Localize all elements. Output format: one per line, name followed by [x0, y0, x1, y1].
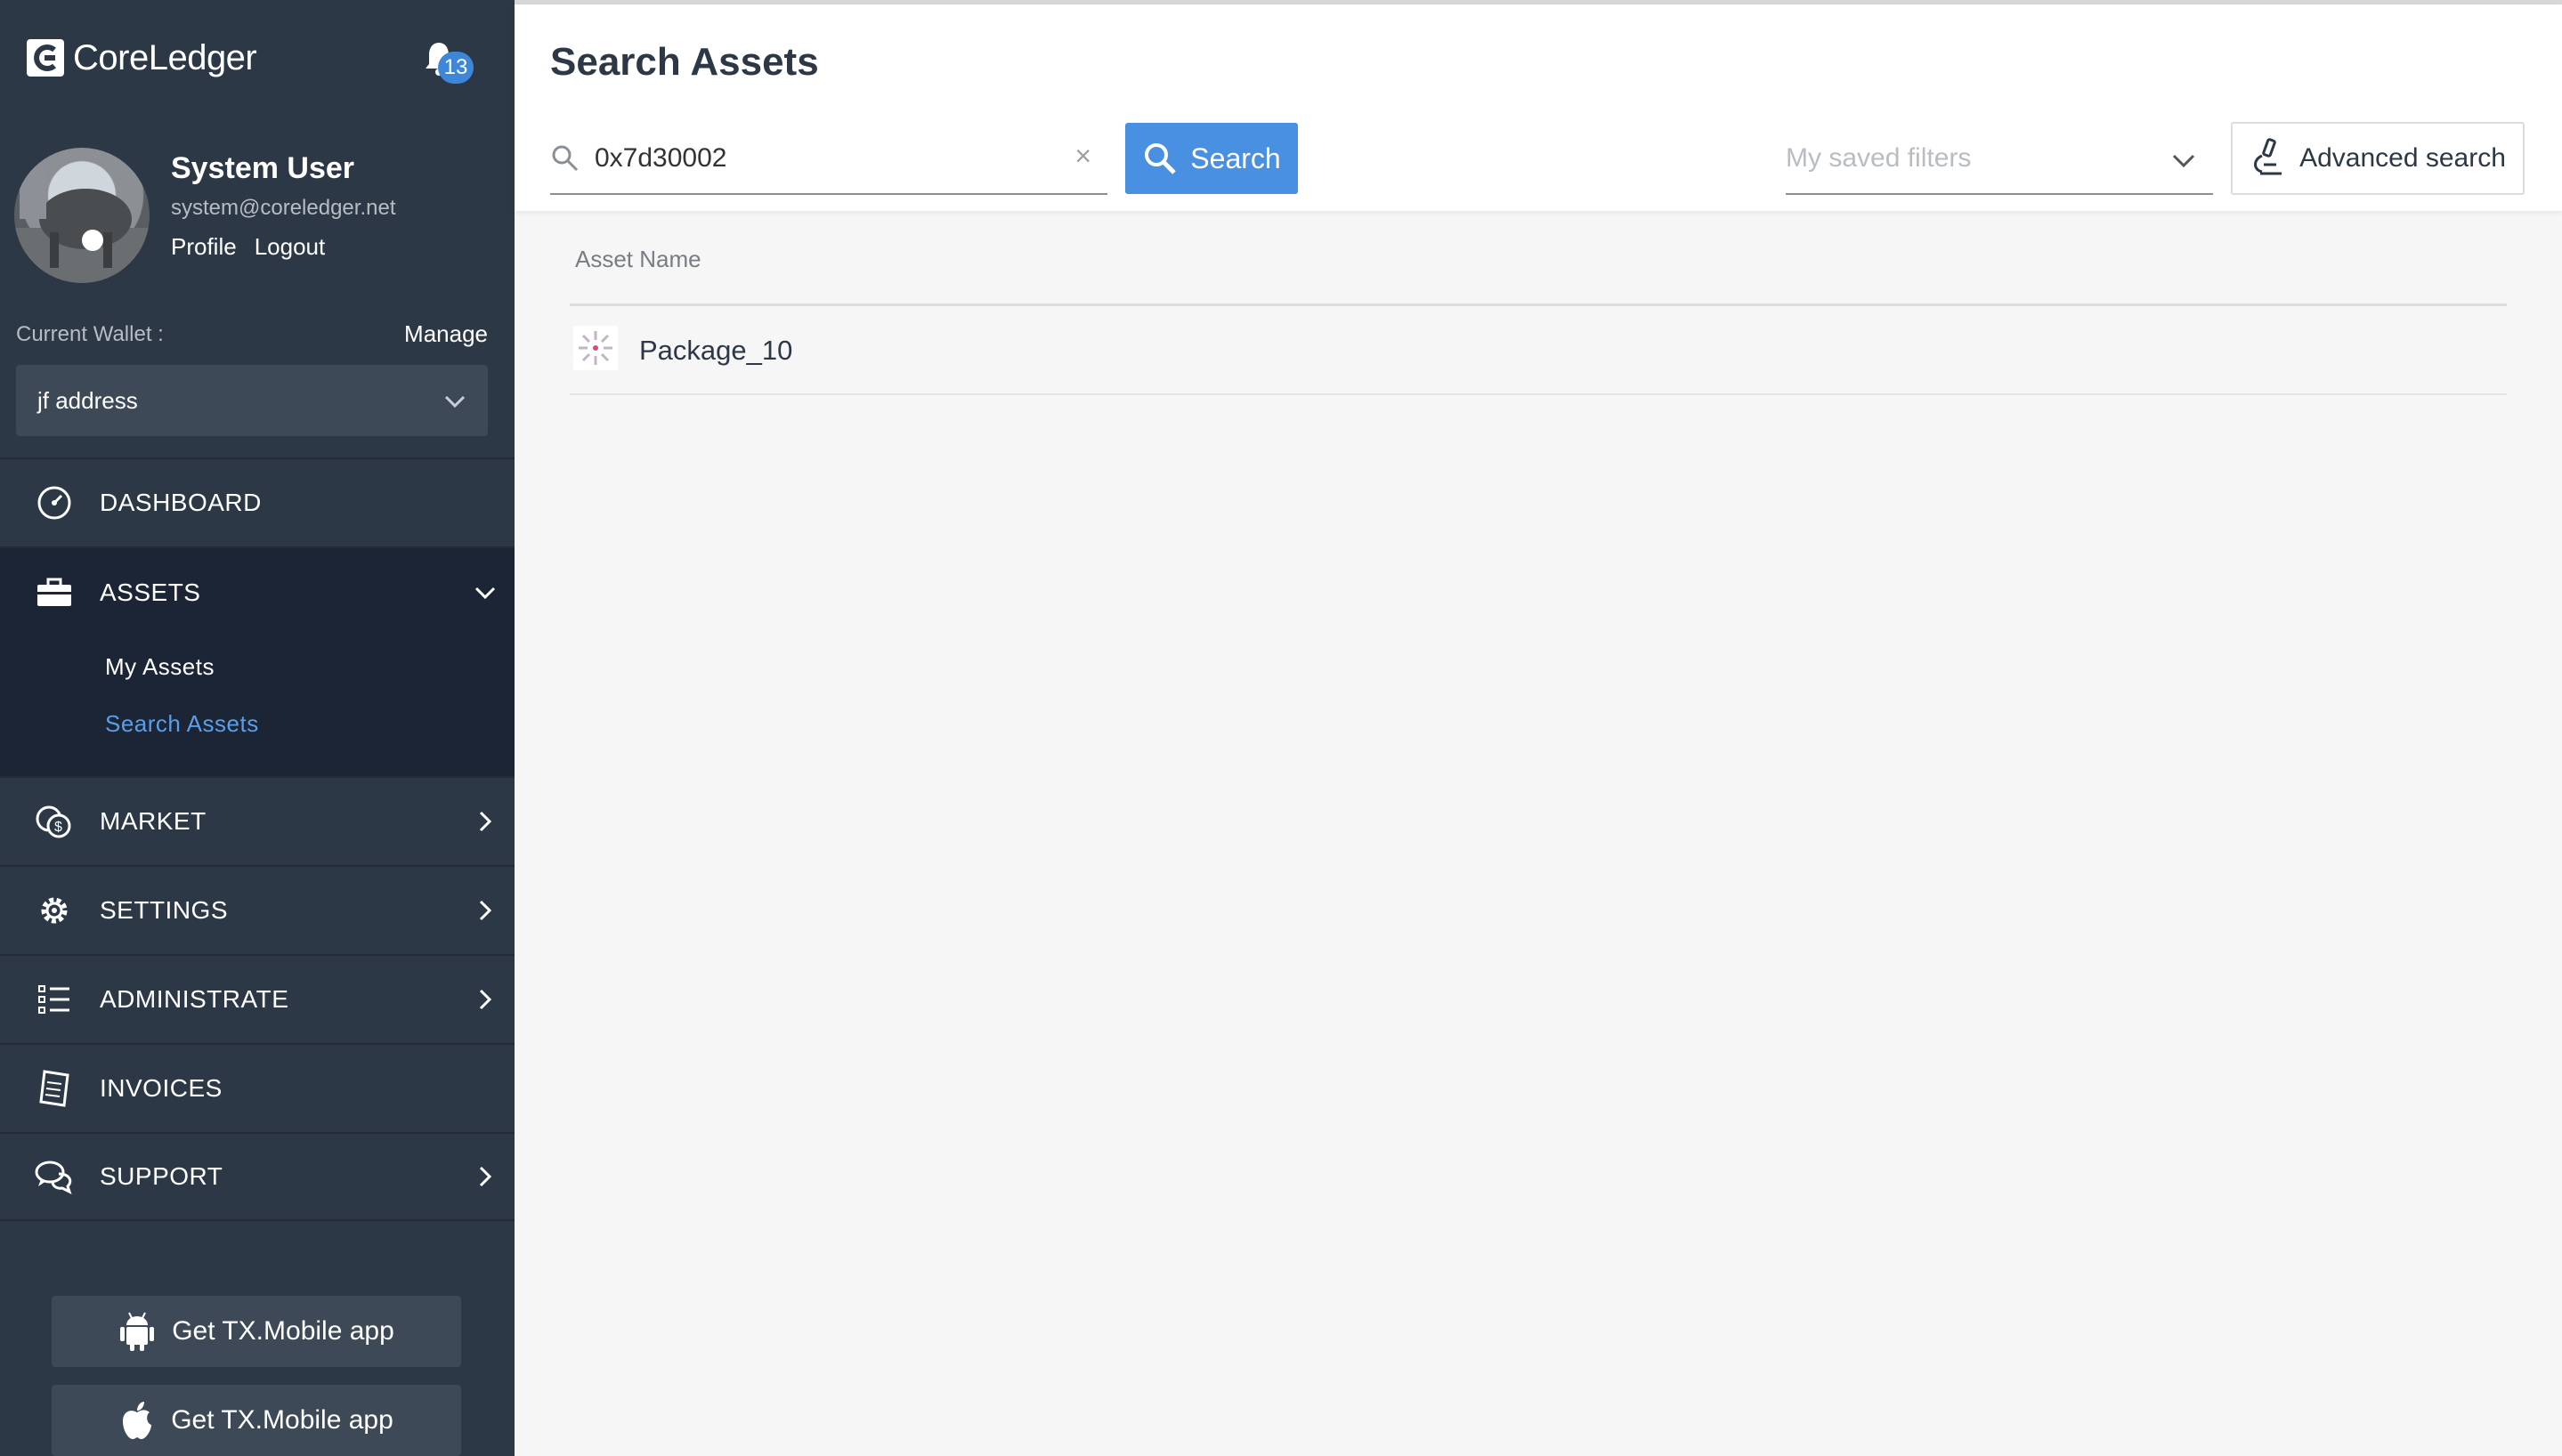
- notifications-button[interactable]: 13: [420, 37, 474, 87]
- table-row[interactable]: Package_10: [570, 308, 2507, 395]
- search-button[interactable]: Search: [1125, 123, 1298, 194]
- search-field[interactable]: ×: [550, 124, 1107, 195]
- user-name: System User: [171, 151, 355, 185]
- sidebar-item-market[interactable]: $ MARKET: [0, 776, 515, 865]
- table-header-divider: [570, 303, 2507, 306]
- notification-count-badge: 13: [438, 52, 474, 84]
- sidebar-nav: DASHBOARD ASSETS My Assets Search Assets: [0, 457, 515, 1221]
- sidebar-subitem-search-assets[interactable]: Search Assets: [105, 710, 259, 738]
- sidebar-item-assets: ASSETS My Assets Search Assets: [0, 546, 515, 776]
- column-header-asset-name[interactable]: Asset Name: [575, 246, 701, 273]
- current-wallet-label: Current Wallet :: [16, 322, 164, 346]
- clear-search-icon[interactable]: ×: [1074, 140, 1091, 173]
- user-links: Profile Logout: [171, 233, 325, 261]
- page-header: Search Assets × Search My saved filters …: [515, 4, 2562, 211]
- brand-name: CoreLedger: [73, 37, 257, 77]
- search-icon: [552, 145, 579, 172]
- ios-app-button[interactable]: Get TX.Mobile app: [52, 1385, 461, 1456]
- sidebar-subitem-my-assets[interactable]: My Assets: [105, 653, 215, 681]
- microscope-icon: [2254, 138, 2282, 175]
- sidebar-item-support[interactable]: SUPPORT: [0, 1132, 515, 1221]
- logout-link[interactable]: Logout: [255, 233, 326, 261]
- sidebar-item-dashboard[interactable]: DASHBOARD: [0, 457, 515, 546]
- chevron-right-icon: [479, 811, 492, 832]
- manage-wallet-link[interactable]: Manage: [404, 320, 488, 348]
- asset-name: Package_10: [639, 335, 793, 366]
- user-email: system@coreledger.net: [171, 196, 396, 220]
- sidebar-item-label: SUPPORT: [100, 1162, 223, 1190]
- advanced-search-button[interactable]: Advanced search: [2231, 122, 2525, 195]
- market-coins-icon: $: [36, 805, 71, 838]
- avatar[interactable]: [14, 148, 150, 283]
- chevron-down-icon: [474, 586, 496, 600]
- page-title: Search Assets: [550, 40, 819, 84]
- search-input[interactable]: [593, 140, 1042, 177]
- apple-icon: [123, 1402, 152, 1439]
- coreledger-logo-icon: [27, 39, 64, 77]
- sidebar: CoreLedger 13 System User system@coreled…: [0, 0, 515, 1456]
- svg-text:$: $: [54, 820, 62, 835]
- chevron-down-icon: [2172, 154, 2195, 168]
- wallet-select[interactable]: jf address: [16, 365, 488, 436]
- sidebar-item-label: SETTINGS: [100, 896, 229, 924]
- sidebar-item-label: ASSETS: [100, 578, 201, 606]
- chevron-right-icon: [479, 900, 492, 921]
- sidebar-item-label: INVOICES: [100, 1074, 223, 1102]
- list-icon: [38, 985, 69, 1014]
- chat-bubbles-icon: [35, 1161, 72, 1194]
- sidebar-item-label: MARKET: [100, 807, 207, 835]
- search-icon: [1145, 143, 1177, 174]
- android-icon: [120, 1312, 155, 1351]
- chevron-down-icon: [444, 395, 466, 408]
- android-app-label: Get TX.Mobile app: [172, 1316, 394, 1346]
- sidebar-item-label: DASHBOARD: [100, 489, 262, 516]
- invoice-icon: [39, 1070, 69, 1107]
- android-app-button[interactable]: Get TX.Mobile app: [52, 1296, 461, 1367]
- profile-link[interactable]: Profile: [171, 233, 237, 261]
- dashboard-gauge-icon: [37, 486, 71, 520]
- ios-app-label: Get TX.Mobile app: [171, 1405, 393, 1435]
- saved-filters-placeholder: My saved filters: [1786, 143, 1972, 173]
- sidebar-item-invoices[interactable]: INVOICES: [0, 1043, 515, 1132]
- brand[interactable]: CoreLedger: [25, 36, 257, 80]
- wallet-selected-value: jf address: [37, 386, 138, 414]
- search-button-label: Search: [1190, 142, 1281, 174]
- sidebar-item-administrate[interactable]: ADMINISTRATE: [0, 954, 515, 1043]
- chevron-right-icon: [479, 989, 492, 1010]
- avatar-photo: [14, 166, 150, 283]
- advanced-search-label: Advanced search: [2299, 143, 2506, 173]
- asset-thumbnail-icon: [573, 326, 618, 370]
- chevron-right-icon: [479, 1166, 492, 1187]
- sidebar-item-settings[interactable]: SETTINGS: [0, 865, 515, 954]
- saved-filters-select[interactable]: My saved filters: [1786, 124, 2213, 195]
- briefcase-icon: [37, 578, 71, 606]
- assets-toggle[interactable]: ASSETS: [0, 548, 515, 637]
- gear-icon: [41, 897, 68, 924]
- sidebar-item-label: ADMINISTRATE: [100, 985, 289, 1013]
